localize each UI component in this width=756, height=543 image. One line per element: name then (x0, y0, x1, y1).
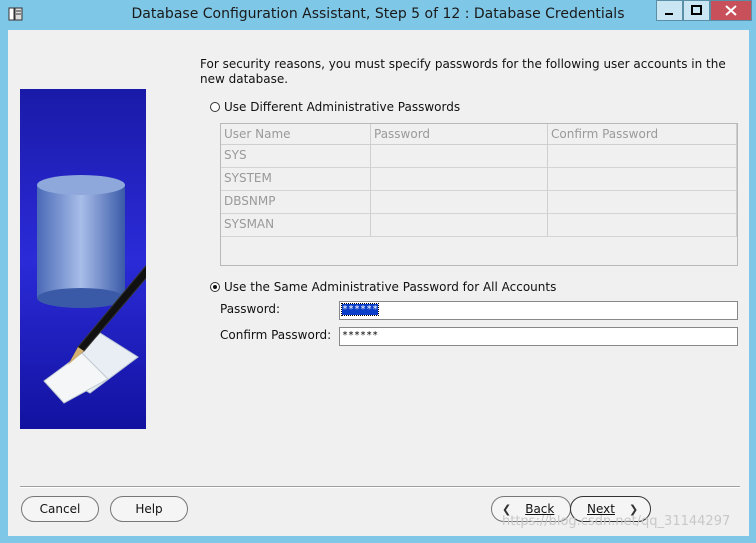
user-name-cell: DBSNMP (221, 191, 371, 213)
help-button[interactable]: Help (110, 496, 188, 522)
watermark: https://blog.csdn.net/qq_31144297 (502, 514, 731, 529)
window: Database Configuration Assistant, Step 5… (0, 0, 756, 543)
confirm-password-value: ****** (342, 330, 379, 341)
intro-text: For security reasons, you must specify p… (200, 57, 726, 86)
password-cell (371, 214, 548, 236)
table-header: User Name Password Confirm Password (221, 124, 737, 145)
cancel-label: Cancel (39, 502, 81, 516)
help-label: Help (135, 502, 163, 516)
confirm-password-cell (548, 145, 737, 167)
same-password-option[interactable]: Use the Same Administrative Password for… (210, 280, 556, 294)
password-label: Password: (220, 302, 281, 316)
password-value: ****** (340, 303, 380, 316)
confirm-password-cell (548, 168, 737, 190)
password-cell (371, 145, 548, 167)
password-cell (371, 191, 548, 213)
password-cell (371, 168, 548, 190)
user-name-cell: SYSTEM (221, 168, 371, 190)
database-pen-illustration (20, 89, 146, 429)
same-password-label: Use the Same Administrative Password for… (224, 280, 557, 294)
password-field[interactable]: ****** (339, 301, 738, 320)
maximize-icon (691, 5, 702, 15)
table-row: SYSMAN (221, 214, 737, 237)
window-title: Database Configuration Assistant, Step 5… (131, 6, 625, 22)
same-password-radio[interactable] (210, 282, 220, 292)
user-name-cell: SYS (221, 145, 371, 167)
different-passwords-radio[interactable] (210, 102, 220, 112)
close-icon (725, 5, 737, 16)
minimize-button[interactable] (656, 0, 683, 21)
different-passwords-label: Use Different Administrative Passwords (224, 100, 461, 114)
table-row: SYS (221, 145, 737, 168)
table-row: SYSTEM (221, 168, 737, 191)
button-separator (20, 486, 740, 488)
maximize-button[interactable] (683, 0, 710, 21)
title-bar[interactable]: Database Configuration Assistant, Step 5… (0, 0, 756, 30)
column-confirm-password: Confirm Password (548, 124, 737, 144)
confirm-password-cell (548, 214, 737, 236)
close-button[interactable] (710, 0, 752, 21)
confirm-password-cell (548, 191, 737, 213)
column-user-name: User Name (221, 124, 371, 144)
table-row: DBSNMP (221, 191, 737, 214)
confirm-password-label: Confirm Password: (220, 328, 332, 342)
confirm-password-field[interactable]: ****** (339, 327, 738, 346)
dialog-body: For security reasons, you must specify p… (8, 30, 749, 536)
cancel-button[interactable]: Cancel (21, 496, 99, 522)
accounts-table: User Name Password Confirm Password SYS … (220, 123, 738, 266)
minimize-icon (665, 13, 673, 15)
different-passwords-option[interactable]: Use Different Administrative Passwords (210, 100, 460, 114)
user-name-cell: SYSMAN (221, 214, 371, 236)
column-password: Password (371, 124, 548, 144)
